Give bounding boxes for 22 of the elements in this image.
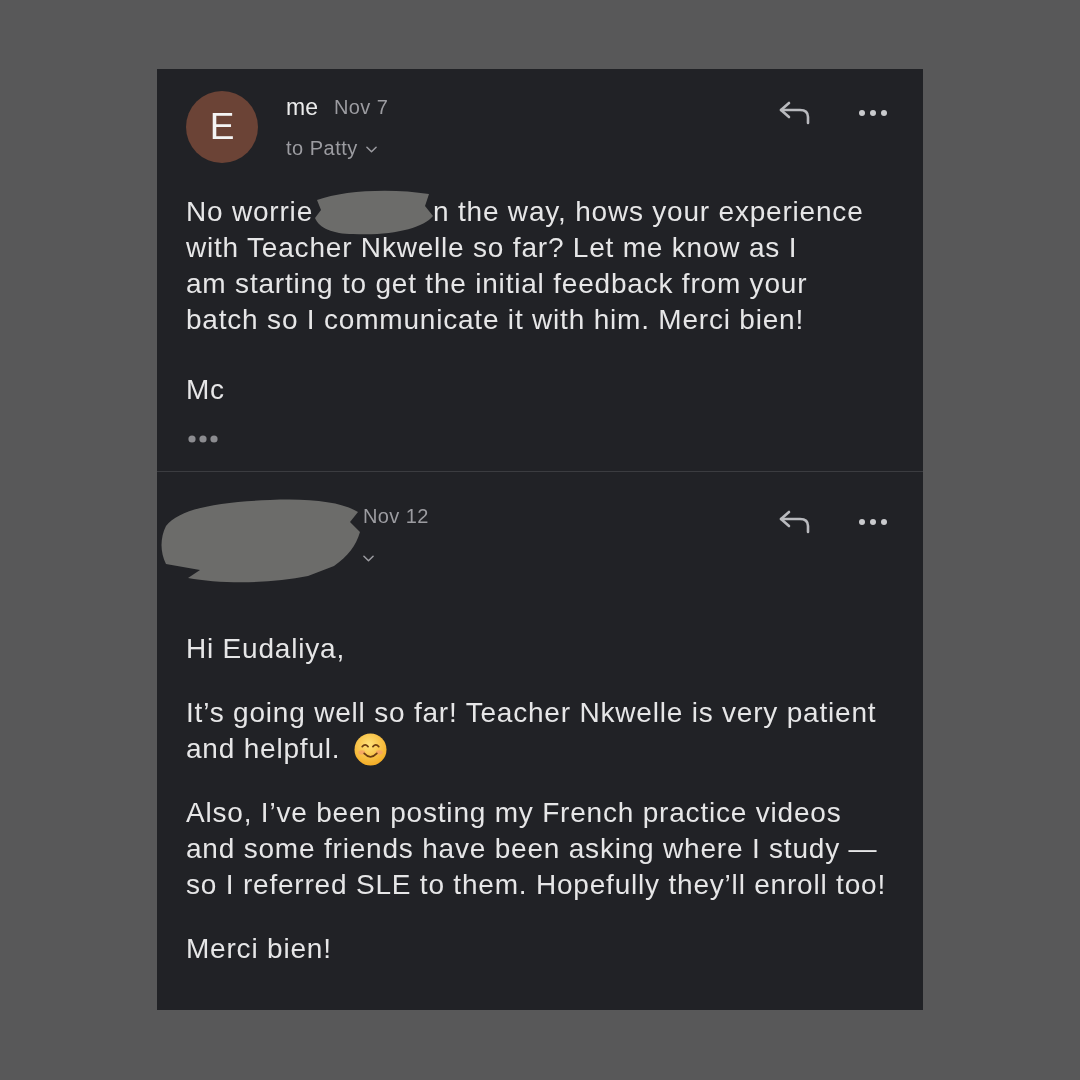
more-options-icon[interactable] xyxy=(859,519,887,525)
chevron-down-icon[interactable] xyxy=(365,146,377,153)
body-text: Hi Eudaliya, xyxy=(186,632,345,666)
body-text: and helpful. xyxy=(186,732,341,766)
body-text: Also, I’ve been posting my French practice videos and some friends have been asking where I study — so I referred SLE to them. Hopefully they’ll enroll too! xyxy=(186,796,886,902)
message-date: Nov 12 xyxy=(363,504,429,528)
body-text: n the way, hows your experience xyxy=(433,195,864,229)
reply-icon[interactable] xyxy=(779,101,811,125)
ellipsis-icon[interactable] xyxy=(188,435,218,443)
reply-icon[interactable] xyxy=(779,510,811,534)
more-options-icon[interactable] xyxy=(859,110,887,116)
recipients-label: to Patty xyxy=(286,136,358,160)
smiling-face-icon xyxy=(354,732,388,766)
body-text: with Teacher Nkwelle so far? Let me know as I am starting to get the initial feedback from your batch so I communicate it with him. Merci bien! xyxy=(186,231,808,337)
message-date: Nov 7 xyxy=(333,95,389,119)
body-text: It’s going well so far! Teacher Nkwelle is very patient xyxy=(186,696,877,730)
sender-name: me xyxy=(286,93,318,121)
avatar: E xyxy=(186,91,258,163)
body-text: No worrie xyxy=(186,195,313,229)
chevron-down-icon[interactable] xyxy=(363,555,374,562)
body-text: Mc xyxy=(186,373,225,407)
body-text: Merci bien! xyxy=(186,932,332,966)
